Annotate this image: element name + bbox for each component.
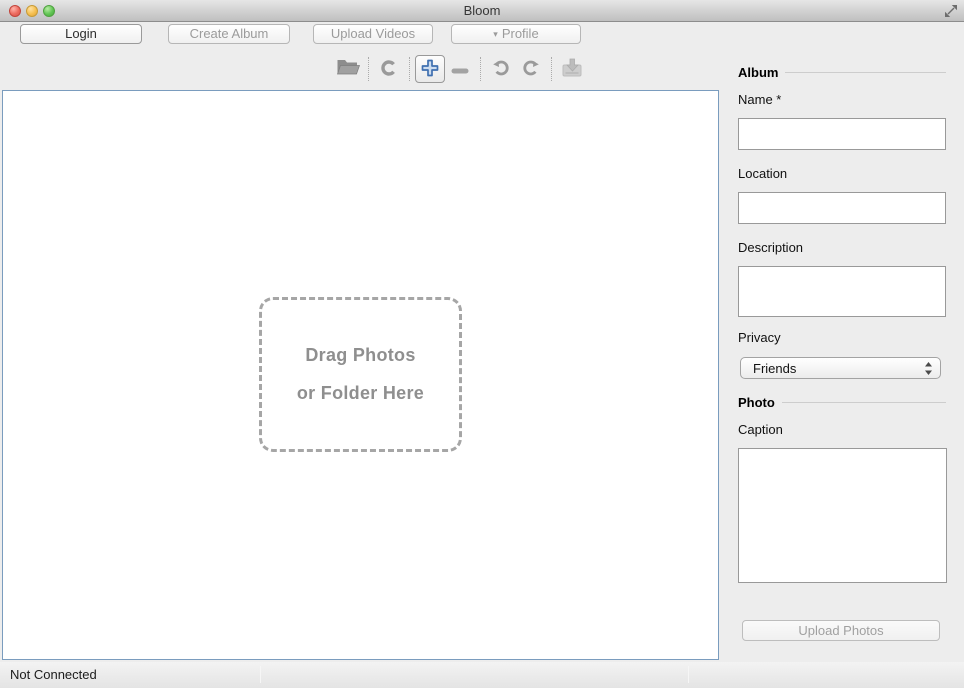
- refresh-icon: [380, 59, 398, 80]
- status-bar: Not Connected: [0, 662, 964, 688]
- status-bar-divider: [688, 666, 689, 683]
- create-album-button[interactable]: Create Album: [168, 24, 290, 44]
- plus-icon: [420, 58, 440, 81]
- select-arrows-icon: [924, 361, 933, 379]
- login-button[interactable]: Login: [20, 24, 142, 44]
- name-input[interactable]: [738, 118, 946, 150]
- description-label: Description: [738, 240, 803, 255]
- rotate-right-button[interactable]: [516, 55, 546, 83]
- minimize-button[interactable]: [26, 5, 38, 17]
- title-bar[interactable]: Bloom: [0, 0, 964, 22]
- photo-canvas[interactable]: Drag Photos or Folder Here: [2, 90, 719, 660]
- privacy-select-value: Friends: [753, 361, 796, 376]
- fullscreen-icon[interactable]: [943, 3, 959, 19]
- status-bar-divider: [260, 666, 261, 683]
- upload-videos-button[interactable]: Upload Videos: [313, 24, 433, 44]
- remove-photos-button[interactable]: [445, 55, 475, 83]
- add-photos-button[interactable]: [415, 55, 445, 83]
- close-button[interactable]: [9, 5, 21, 17]
- photo-tools-toolbar: [333, 54, 587, 84]
- app-window: Bloom Login Create Album Upload Videos ▾…: [0, 0, 964, 688]
- toolbar-separator: [368, 57, 369, 81]
- refresh-button[interactable]: [374, 55, 404, 83]
- description-textarea[interactable]: [738, 266, 946, 317]
- location-label: Location: [738, 166, 787, 181]
- import-icon: [560, 57, 584, 81]
- caption-textarea[interactable]: [738, 448, 947, 583]
- zoom-button[interactable]: [43, 5, 55, 17]
- caption-label: Caption: [738, 422, 783, 437]
- open-folder-button[interactable]: [333, 55, 363, 83]
- name-label: Name *: [738, 92, 781, 107]
- minus-icon: [451, 62, 469, 77]
- privacy-label: Privacy: [738, 330, 781, 345]
- connection-status: Not Connected: [10, 662, 97, 687]
- toolbar-separator: [480, 57, 481, 81]
- location-input[interactable]: [738, 192, 946, 224]
- drop-zone[interactable]: Drag Photos or Folder Here: [259, 297, 462, 452]
- privacy-select[interactable]: Friends: [740, 357, 941, 379]
- window-title: Bloom: [0, 0, 964, 21]
- drop-zone-line1: Drag Photos: [305, 345, 415, 366]
- drop-zone-line2: or Folder Here: [297, 383, 424, 404]
- rotate-left-icon: [492, 59, 510, 80]
- profile-button-label: Profile: [502, 26, 539, 41]
- open-folder-icon: [336, 58, 360, 80]
- photo-section-header: Photo: [738, 395, 946, 410]
- toolbar-separator: [409, 57, 410, 81]
- dropdown-arrow-icon: ▾: [493, 29, 498, 39]
- album-section-header: Album: [738, 65, 946, 80]
- toolbar-separator: [551, 57, 552, 81]
- upload-photos-button[interactable]: Upload Photos: [742, 620, 940, 641]
- rotate-left-button[interactable]: [486, 55, 516, 83]
- import-button[interactable]: [557, 55, 587, 83]
- rotate-right-icon: [522, 59, 540, 80]
- profile-button[interactable]: ▾ Profile: [451, 24, 581, 44]
